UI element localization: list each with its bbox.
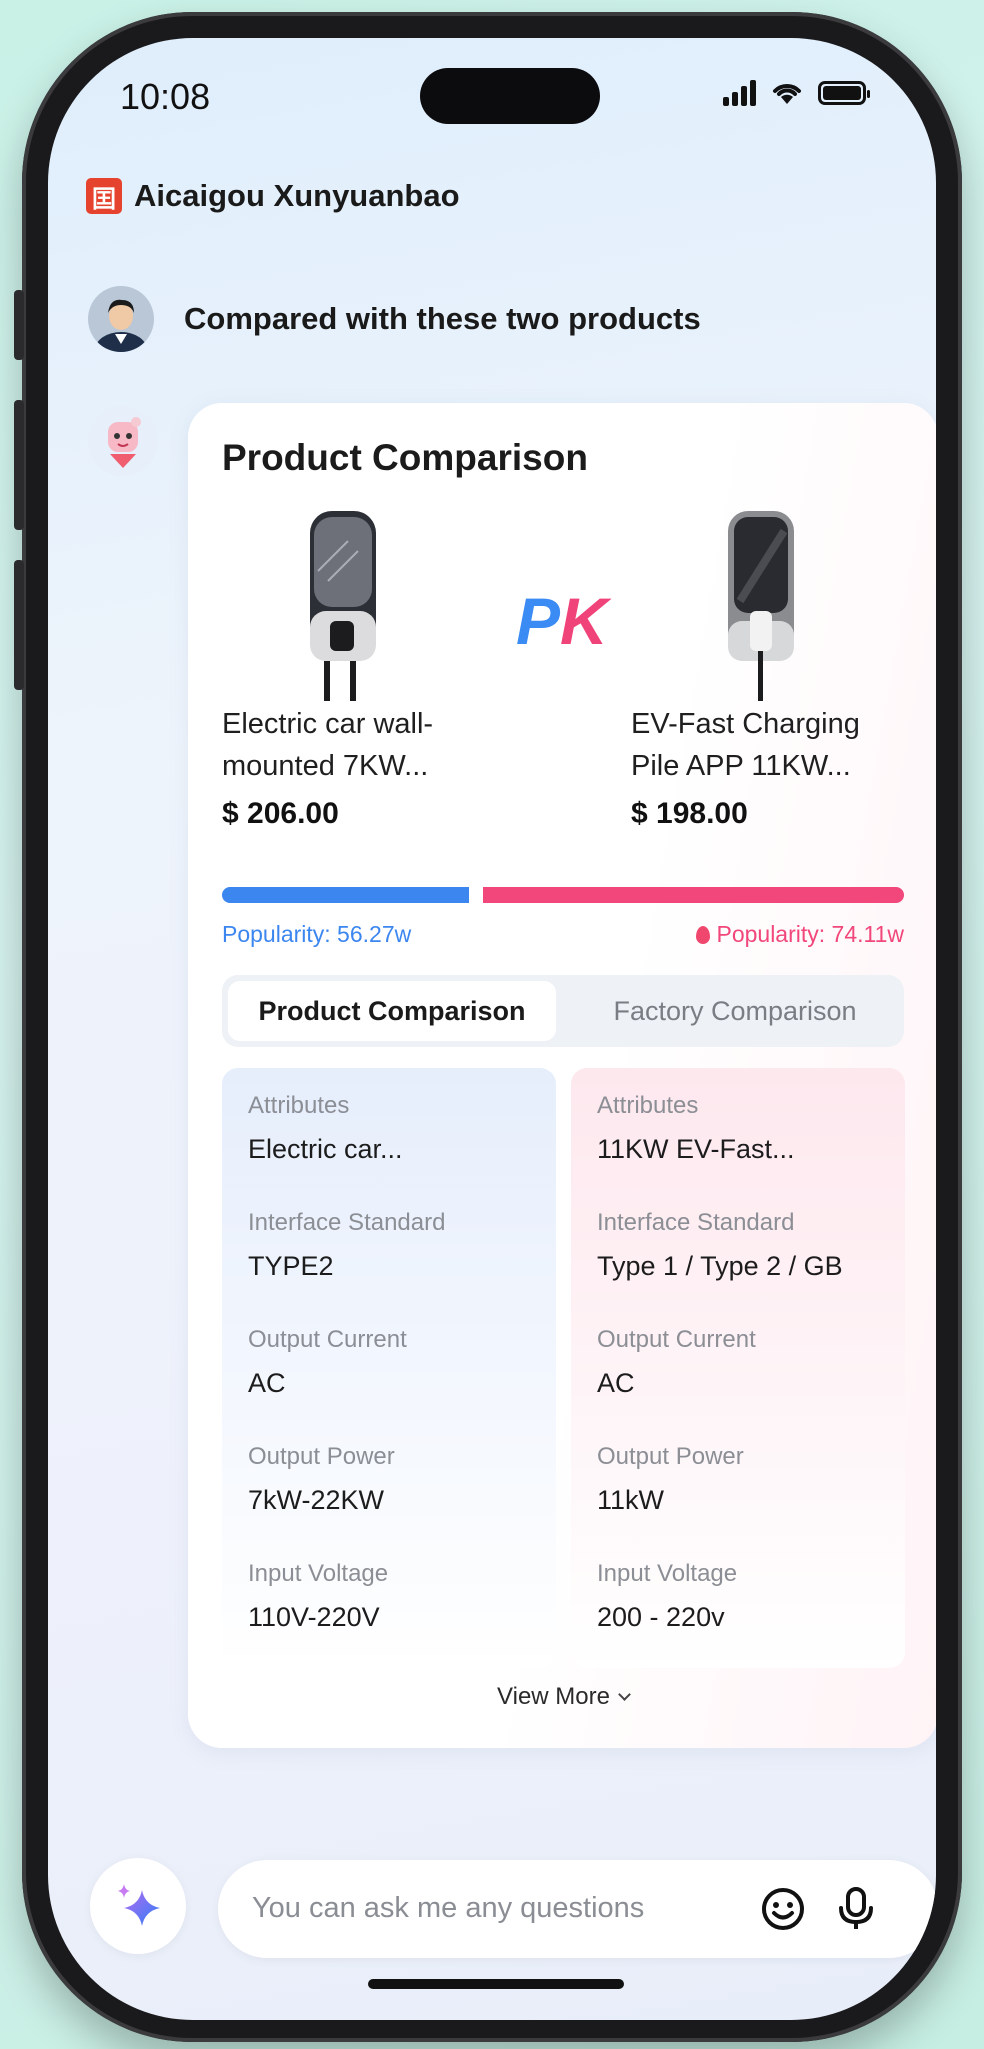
app-logo-icon: 囯 <box>86 178 122 214</box>
user-message-text: Compared with these two products <box>184 301 701 336</box>
sparkle-icon <box>118 1884 160 1926</box>
attr-row: Attributes 11KW EV-Fast... <box>597 1092 795 1164</box>
dynamic-island <box>420 68 600 124</box>
product-price-right: $ 198.00 <box>631 797 748 830</box>
attr-row: Output Current AC <box>248 1326 407 1398</box>
battery-icon <box>818 81 870 105</box>
status-icons <box>723 80 870 106</box>
cellular-signal-icon <box>723 80 756 106</box>
comparison-tabs: Product Comparison Factory Comparison <box>222 975 904 1047</box>
pk-label: PK <box>516 584 608 658</box>
product-price-left: $ 206.00 <box>222 797 339 830</box>
attributes-column-left: Attributes Electric car... Interface Stan… <box>222 1068 556 1668</box>
attr-row: Output Power 7kW-22KW <box>248 1443 395 1515</box>
chevron-down-icon <box>618 1688 631 1701</box>
microphone-icon[interactable] <box>836 1886 876 1932</box>
attributes-column-right: Attributes 11KW EV-Fast... Interface Stan… <box>571 1068 905 1668</box>
user-message-row: Compared with these two products <box>88 286 701 352</box>
attr-row: Output Current AC <box>597 1326 756 1398</box>
status-time: 10:08 <box>120 76 211 117</box>
user-avatar <box>88 286 154 352</box>
view-more-button[interactable]: View More <box>188 1683 936 1711</box>
attr-row: Output Power 11kW <box>597 1443 744 1515</box>
popularity-bar <box>222 887 904 903</box>
app-header: 囯 Aicaigou Xunyuanbao <box>86 178 460 214</box>
product-name-right[interactable]: EV-Fast Charging Pile APP 11KW... <box>631 703 901 787</box>
home-indicator <box>368 1979 624 1989</box>
chat-input-placeholder: You can ask me any questions <box>252 1892 645 1924</box>
attr-row: Interface Standard Type 1 / Type 2 / GB <box>597 1209 843 1281</box>
card-title: Product Comparison <box>222 437 588 478</box>
side-button-volume-down <box>14 560 24 690</box>
side-button-volume-up <box>14 400 24 530</box>
chat-input[interactable]: You can ask me any questions <box>218 1860 936 1958</box>
attr-row: Input Voltage 110V-220V <box>248 1560 389 1632</box>
product-name-left[interactable]: Electric car wall- mounted 7KW... <box>222 703 492 787</box>
phone-screen: 10:08 囯 Aicaigou Xunyuanbao Compared wit… <box>48 38 936 2020</box>
attr-row: Attributes Electric car... <box>248 1092 403 1164</box>
status-bar: 10:08 <box>48 38 936 158</box>
popularity-left: Popularity: 56.27w <box>222 921 412 947</box>
assistant-avatar <box>88 406 158 476</box>
side-button-mute <box>14 290 24 360</box>
popularity-bar-left <box>222 887 469 903</box>
flame-icon <box>696 925 711 944</box>
popularity-bar-right <box>483 887 904 903</box>
attr-row: Interface Standard TYPE2 <box>248 1209 446 1281</box>
comparison-card: Product Comparison PK Electric car wall-… <box>188 403 936 1748</box>
tab-factory-comparison[interactable]: Factory Comparison <box>572 981 898 1041</box>
wifi-icon <box>773 84 801 104</box>
popularity-right: Popularity: 74.11w <box>696 921 904 948</box>
product-image-left[interactable] <box>288 511 398 701</box>
magic-assistant-button[interactable] <box>90 1858 186 1954</box>
app-title: Aicaigou Xunyuanbao <box>134 178 460 213</box>
tab-product-comparison[interactable]: Product Comparison <box>228 981 556 1041</box>
smiley-icon[interactable] <box>760 1886 806 1932</box>
product-image-right[interactable] <box>706 511 816 701</box>
attr-row: Input Voltage 200 - 220v <box>597 1560 738 1632</box>
